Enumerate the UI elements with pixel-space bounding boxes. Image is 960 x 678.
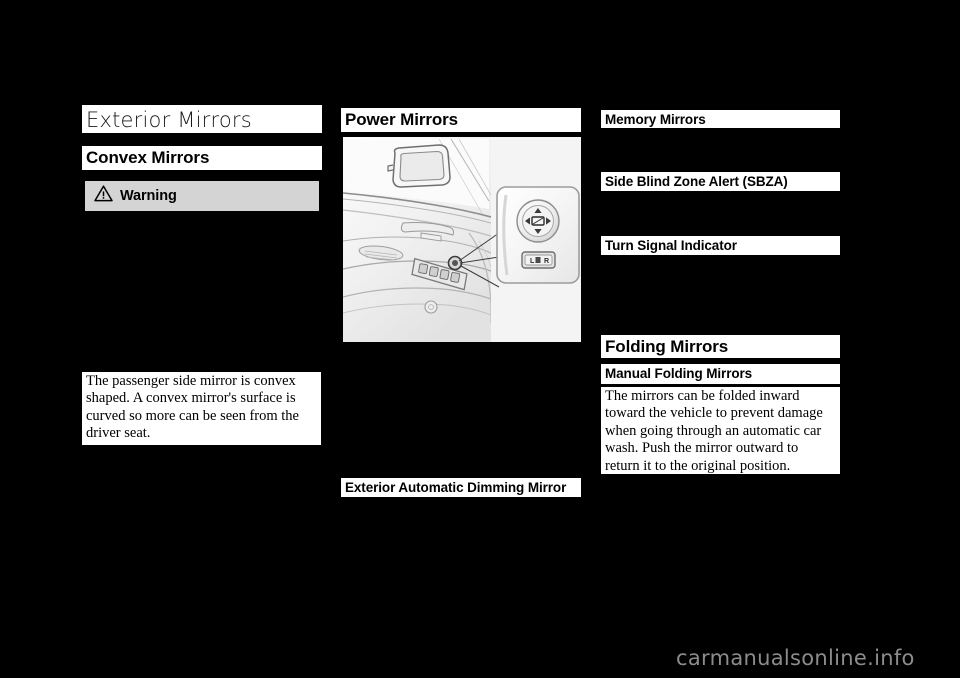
section-heading-convex-mirrors: Convex Mirrors <box>82 146 322 170</box>
section-heading-manual-folding-mirrors: Manual Folding Mirrors <box>601 364 840 384</box>
callout-box: L R <box>496 186 580 284</box>
warning-label: Warning <box>120 188 177 204</box>
section-heading-power-mirrors: Power Mirrors <box>341 108 581 132</box>
caption-heading-exterior-automatic-dimming-mirror: Exterior Automatic Dimming Mirror <box>341 478 581 497</box>
svg-text:R: R <box>544 258 549 265</box>
convex-mirrors-paragraph: The passenger side mirror is convex shap… <box>82 372 321 445</box>
manual-page: Exterior Mirrors Convex Mirrors Warning … <box>0 0 960 678</box>
svg-text:L: L <box>530 258 535 265</box>
section-heading-memory-mirrors: Memory Mirrors <box>601 110 840 128</box>
chapter-title: Exterior Mirrors <box>82 105 322 133</box>
site-watermark: carmanualsonline.info <box>676 646 915 670</box>
section-heading-folding-mirrors: Folding Mirrors <box>601 335 840 358</box>
section-heading-side-blind-zone-alert: Side Blind Zone Alert (SBZA) <box>601 172 840 191</box>
warning-callout: Warning <box>84 180 320 212</box>
warning-triangle-icon <box>94 185 113 207</box>
power-mirror-door-switch-illustration: L R <box>343 137 581 342</box>
manual-folding-mirrors-paragraph: The mirrors can be folded inward toward … <box>601 387 840 474</box>
section-heading-turn-signal-indicator: Turn Signal Indicator <box>601 236 840 255</box>
